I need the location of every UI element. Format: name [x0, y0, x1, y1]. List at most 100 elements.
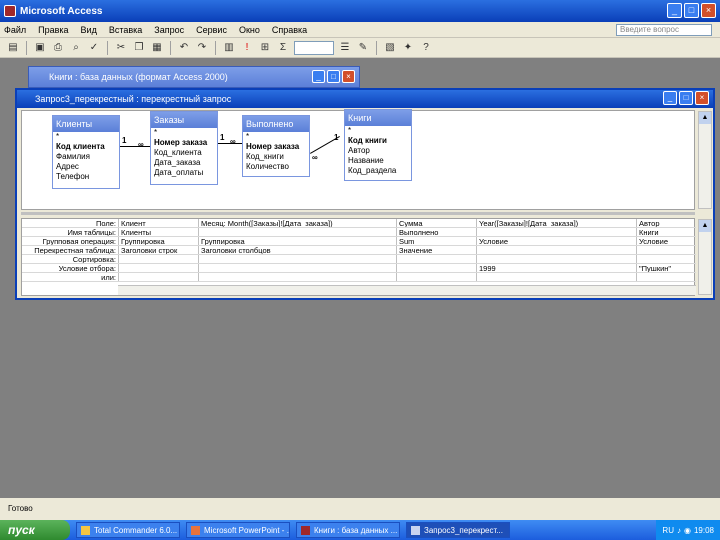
field-item[interactable]: Код_клиента	[151, 148, 217, 158]
grid-cell[interactable]: Книги	[636, 228, 696, 236]
table-orders-header[interactable]: Заказы	[151, 112, 217, 128]
help-search-input[interactable]: Введите вопрос	[616, 24, 712, 36]
field-item[interactable]: *	[151, 128, 217, 138]
table-completed-header[interactable]: Выполнено	[243, 116, 309, 132]
grid-cell[interactable]	[118, 264, 198, 272]
table-clients[interactable]: Клиенты * Код клиента Фамилия Адрес Теле…	[52, 115, 120, 189]
menu-window[interactable]: Окно	[239, 25, 260, 35]
menu-file[interactable]: Файл	[4, 25, 26, 35]
grid-cell[interactable]	[118, 273, 198, 281]
grid-cell[interactable]: Заголовки строк	[118, 246, 198, 254]
grid-cell[interactable]: Группировка	[198, 237, 396, 245]
new-object-icon[interactable]: ✦	[401, 41, 415, 55]
top-values-combo[interactable]	[294, 40, 334, 55]
grid-cell[interactable]	[476, 255, 636, 263]
pane-splitter[interactable]	[21, 212, 695, 215]
grid-cell[interactable]	[476, 228, 636, 236]
save-icon[interactable]: ▣	[33, 41, 47, 55]
grid-cell[interactable]	[198, 228, 396, 236]
totals-icon[interactable]: Σ	[276, 41, 290, 55]
volume-icon[interactable]: ♪	[677, 526, 681, 535]
task-button-total-commander[interactable]: Total Commander 6.0...	[76, 522, 180, 538]
menu-help[interactable]: Справка	[272, 25, 307, 35]
grid-cell[interactable]: Автор	[636, 219, 696, 227]
db-close-button[interactable]: ×	[342, 70, 355, 83]
tables-pane-scrollbar[interactable]: ▲	[698, 111, 712, 209]
query-maximize-button[interactable]: □	[679, 91, 693, 105]
builder-icon[interactable]: ✎	[356, 41, 370, 55]
field-item[interactable]: Телефон	[53, 172, 119, 182]
grid-cell[interactable]	[476, 246, 636, 254]
grid-cell[interactable]	[476, 273, 636, 281]
menu-edit[interactable]: Правка	[38, 25, 68, 35]
table-clients-header[interactable]: Клиенты	[53, 116, 119, 132]
field-item[interactable]: Дата_заказа	[151, 158, 217, 168]
network-icon[interactable]: ◉	[684, 526, 691, 535]
task-button-powerpoint[interactable]: Microsoft PowerPoint - ...	[186, 522, 290, 538]
scroll-up-icon[interactable]: ▲	[699, 220, 711, 232]
table-books[interactable]: Книги * Код книги Автор Название Код_раз…	[344, 109, 412, 181]
view-icon[interactable]: ▤	[6, 41, 20, 55]
grid-cell[interactable]	[396, 264, 476, 272]
menu-query[interactable]: Запрос	[154, 25, 184, 35]
db-minimize-button[interactable]: _	[312, 70, 325, 83]
grid-cell[interactable]: Группировка	[118, 237, 198, 245]
minimize-button[interactable]: _	[667, 3, 682, 18]
preview-icon[interactable]: ⌕	[69, 41, 83, 55]
grid-cell[interactable]	[396, 273, 476, 281]
grid-cell[interactable]	[636, 255, 696, 263]
clock[interactable]: 19:08	[694, 526, 714, 535]
grid-cell[interactable]: Sum	[396, 237, 476, 245]
grid-cell[interactable]	[198, 255, 396, 263]
field-item[interactable]: Дата_оплаты	[151, 168, 217, 178]
field-item[interactable]: Код клиента	[53, 142, 119, 152]
menu-view[interactable]: Вид	[81, 25, 97, 35]
grid-horizontal-scrollbar[interactable]	[118, 285, 696, 295]
field-item[interactable]: Количество	[243, 162, 309, 172]
properties-icon[interactable]: ☰	[338, 41, 352, 55]
maximize-button[interactable]: □	[684, 3, 699, 18]
grid-cell[interactable]: Клиент	[118, 219, 198, 227]
grid-cell[interactable]	[396, 255, 476, 263]
field-item[interactable]: Адрес	[53, 162, 119, 172]
close-button[interactable]: ×	[701, 3, 716, 18]
grid-cell[interactable]: Выполнено	[396, 228, 476, 236]
field-item[interactable]: Номер заказа	[243, 142, 309, 152]
field-item[interactable]: Номер заказа	[151, 138, 217, 148]
undo-icon[interactable]: ↶	[177, 41, 191, 55]
field-item[interactable]: Код книги	[345, 136, 411, 146]
field-item[interactable]: Код_раздела	[345, 166, 411, 176]
grid-cell[interactable]: Значение	[396, 246, 476, 254]
menu-insert[interactable]: Вставка	[109, 25, 142, 35]
database-window-title[interactable]: Книги : база данных (формат Access 2000)…	[28, 66, 360, 88]
run-icon[interactable]: !	[240, 41, 254, 55]
table-orders[interactable]: Заказы * Номер заказа Код_клиента Дата_з…	[150, 111, 218, 185]
cut-icon[interactable]: ✂	[114, 41, 128, 55]
table-completed[interactable]: Выполнено * Номер заказа Код_книги Колич…	[242, 115, 310, 177]
show-table-icon[interactable]: ⊞	[258, 41, 272, 55]
field-item[interactable]: Название	[345, 156, 411, 166]
spell-icon[interactable]: ✓	[87, 41, 101, 55]
field-item[interactable]: *	[243, 132, 309, 142]
query-minimize-button[interactable]: _	[663, 91, 677, 105]
start-button[interactable]: пуск	[0, 520, 70, 540]
table-books-header[interactable]: Книги	[345, 110, 411, 126]
db-maximize-button[interactable]: □	[327, 70, 340, 83]
grid-cell[interactable]: 1999	[476, 264, 636, 272]
task-button-query[interactable]: Запрос3_перекрест...	[406, 522, 510, 538]
field-item[interactable]: *	[345, 126, 411, 136]
grid-cell[interactable]: Условие	[636, 237, 696, 245]
copy-icon[interactable]: ❐	[132, 41, 146, 55]
grid-cell[interactable]: Клиенты	[118, 228, 198, 236]
grid-cell[interactable]: Сумма	[396, 219, 476, 227]
grid-vertical-scrollbar[interactable]: ▲	[698, 219, 712, 295]
grid-cell[interactable]: Месяц: Month([Заказы]![Дата_заказа])	[198, 219, 396, 227]
menu-tools[interactable]: Сервис	[196, 25, 227, 35]
field-item[interactable]: Фамилия	[53, 152, 119, 162]
database-window-icon[interactable]: ▧	[383, 41, 397, 55]
language-indicator[interactable]: RU	[662, 526, 674, 535]
grid-cell[interactable]	[636, 273, 696, 281]
grid-cell[interactable]: Заголовки столбцов	[198, 246, 396, 254]
grid-cell[interactable]: "Пушкин"	[636, 264, 696, 272]
grid-cell[interactable]: Условие	[476, 237, 636, 245]
